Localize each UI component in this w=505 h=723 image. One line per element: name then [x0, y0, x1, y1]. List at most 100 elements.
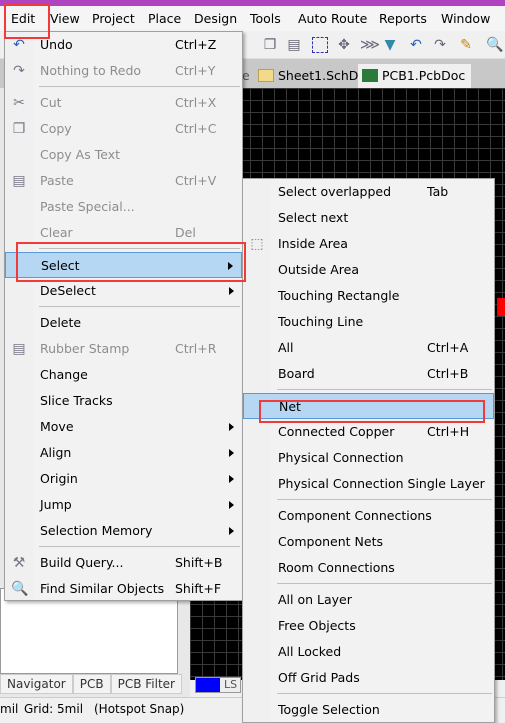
menu-item-all[interactable]: All Ctrl+A	[243, 335, 494, 361]
menu-item-label: Slice Tracks	[40, 393, 113, 408]
menu-item-select-next[interactable]: Select next	[243, 205, 494, 231]
menu-item-shortcut: Ctrl+V	[175, 173, 217, 188]
menu-item-shortcut: Ctrl+Z	[175, 37, 217, 52]
menu-project[interactable]: Project	[92, 11, 135, 26]
menu-item-label: Build Query...	[40, 555, 124, 570]
menu-item-label: Rubber Stamp	[40, 341, 130, 356]
menu-item-rubber-stamp[interactable]: ▤ Rubber Stamp Ctrl+R	[5, 336, 242, 362]
submenu-arrow-icon	[229, 501, 234, 509]
menu-bar: Edit View Project Place Design Tools Aut…	[0, 6, 505, 31]
menu-item-physical-connection-single-layer[interactable]: Physical Connection Single Layer	[243, 471, 494, 497]
menu-item-label: All Locked	[278, 644, 342, 659]
menu-item-move[interactable]: Move	[5, 414, 242, 440]
menu-item-all-locked[interactable]: All Locked	[243, 639, 494, 665]
menu-item-touching-rectangle[interactable]: Touching Rectangle	[243, 283, 494, 309]
paste-icon[interactable]: ▤	[286, 37, 302, 53]
undo-icon[interactable]: ↶	[408, 37, 424, 53]
menu-item-slice-tracks[interactable]: Slice Tracks	[5, 388, 242, 414]
menu-item-label: Find Similar Objects	[40, 581, 165, 596]
redo-icon: ↷	[13, 63, 25, 79]
menu-item-label: Component Connections	[278, 508, 432, 523]
menu-item-find-similar-objects[interactable]: 🔍 Find Similar Objects Shift+F	[5, 576, 242, 602]
menu-item-component-connections[interactable]: Component Connections	[243, 503, 494, 529]
canvas-object	[497, 298, 505, 316]
menu-item-label: Outside Area	[278, 262, 360, 277]
rubber-stamp-icon: ▤	[12, 341, 26, 357]
menu-item-label: Align	[40, 445, 72, 460]
menu-item-inside-area[interactable]: ⬚ Inside Area	[243, 231, 494, 257]
menu-tools[interactable]: Tools	[250, 11, 281, 26]
menu-view[interactable]: View	[50, 11, 80, 26]
move-icon[interactable]: ✥	[336, 37, 352, 53]
menu-window[interactable]: Window	[441, 11, 490, 26]
menu-item-shortcut: Shift+B	[175, 555, 223, 570]
menu-item-paste-special[interactable]: Paste Special...	[5, 194, 242, 220]
menu-item-toggle-selection[interactable]: Toggle Selection	[243, 697, 494, 723]
menu-item-label: Inside Area	[278, 236, 348, 251]
menu-item-component-nets[interactable]: Component Nets	[243, 529, 494, 555]
menu-item-label: Physical Connection	[278, 450, 404, 465]
filter-clear-icon[interactable]: ▼	[382, 37, 398, 53]
schematic-icon	[258, 69, 274, 82]
scissors-icon: ✂	[13, 95, 25, 111]
select-rect-icon[interactable]	[312, 37, 328, 53]
menu-item-nothing-to-redo[interactable]: ↷ Nothing to Redo Ctrl+Y	[5, 58, 242, 84]
redo-icon[interactable]: ↷	[432, 37, 448, 53]
tab-pcb-filter[interactable]: PCB Filter	[110, 674, 182, 694]
menu-item-label: Physical Connection Single Layer	[278, 476, 485, 491]
menu-item-label: Delete	[40, 315, 82, 330]
menu-item-free-objects[interactable]: Free Objects	[243, 613, 494, 639]
status-grid: Grid: 5mil	[24, 702, 84, 716]
submenu-arrow-icon	[229, 423, 234, 431]
undo-icon: ↶	[13, 37, 25, 53]
menu-item-copy-as-text[interactable]: Copy As Text	[5, 142, 242, 168]
menu-item-jump[interactable]: Jump	[5, 492, 242, 518]
menu-item-label: Nothing to Redo	[40, 63, 142, 78]
menu-item-cut[interactable]: ✂ Cut Ctrl+X	[5, 90, 242, 116]
menu-item-board[interactable]: Board Ctrl+B	[243, 361, 494, 387]
menu-item-delete[interactable]: Delete	[5, 310, 242, 336]
menu-item-all-on-layer[interactable]: All on Layer	[243, 587, 494, 613]
menu-item-label: Room Connections	[278, 560, 395, 575]
menu-place[interactable]: Place	[148, 11, 181, 26]
menu-item-physical-connection[interactable]: Physical Connection	[243, 445, 494, 471]
pencil-icon[interactable]: ✎	[458, 37, 474, 53]
menu-item-selection-memory[interactable]: Selection Memory	[5, 518, 242, 544]
menu-auto-route[interactable]: Auto Route	[298, 11, 367, 26]
menu-item-align[interactable]: Align	[5, 440, 242, 466]
menu-item-outside-area[interactable]: Outside Area	[243, 257, 494, 283]
submenu-arrow-icon	[229, 475, 234, 483]
annotation-edit	[4, 4, 50, 39]
menu-item-build-query[interactable]: ⚒ Build Query... Shift+B	[5, 550, 242, 576]
submenu-arrow-icon	[229, 527, 234, 535]
copy-icon[interactable]: ❐	[262, 37, 278, 53]
menu-item-label: Jump	[40, 497, 72, 512]
menu-item-off-grid-pads[interactable]: Off Grid Pads	[243, 665, 494, 691]
menu-item-copy[interactable]: ❐ Copy Ctrl+C	[5, 116, 242, 142]
menu-item-touching-line[interactable]: Touching Line	[243, 309, 494, 335]
menu-design[interactable]: Design	[194, 11, 237, 26]
menu-item-select-overlapped[interactable]: Select overlapped Tab	[243, 179, 494, 205]
menu-item-origin[interactable]: Origin	[5, 466, 242, 492]
menu-item-change[interactable]: Change	[5, 362, 242, 388]
layer-color-swatch	[196, 678, 220, 692]
menu-item-shortcut: Ctrl+R	[175, 341, 217, 356]
paste-icon: ▤	[12, 173, 26, 189]
layer-tab[interactable]: LS	[195, 677, 241, 693]
layer-label: LS	[224, 678, 238, 691]
menu-item-room-connections[interactable]: Room Connections	[243, 555, 494, 581]
zoom-icon[interactable]: 🔍	[486, 37, 503, 53]
edit-menu: ↶ Undo Ctrl+Z ↷ Nothing to Redo Ctrl+Y ✂ Cut Ctr…	[4, 31, 243, 601]
tab-pcb[interactable]: PCB	[72, 674, 111, 694]
tab-navigator[interactable]: Navigator	[0, 674, 73, 694]
menu-item-label: Component Nets	[278, 534, 383, 549]
menu-item-paste[interactable]: ▤ Paste Ctrl+V	[5, 168, 242, 194]
menu-item-label: Off Grid Pads	[278, 670, 360, 685]
menu-item-label: Free Objects	[278, 618, 356, 633]
menu-item-label: Touching Rectangle	[278, 288, 400, 303]
deselect-icon[interactable]: ⋙	[360, 37, 380, 53]
menu-item-label: All	[278, 340, 294, 355]
menu-reports[interactable]: Reports	[379, 11, 427, 26]
submenu-arrow-icon	[229, 449, 234, 457]
tab-pcb1[interactable]: PCB1.PcbDoc	[358, 64, 472, 88]
